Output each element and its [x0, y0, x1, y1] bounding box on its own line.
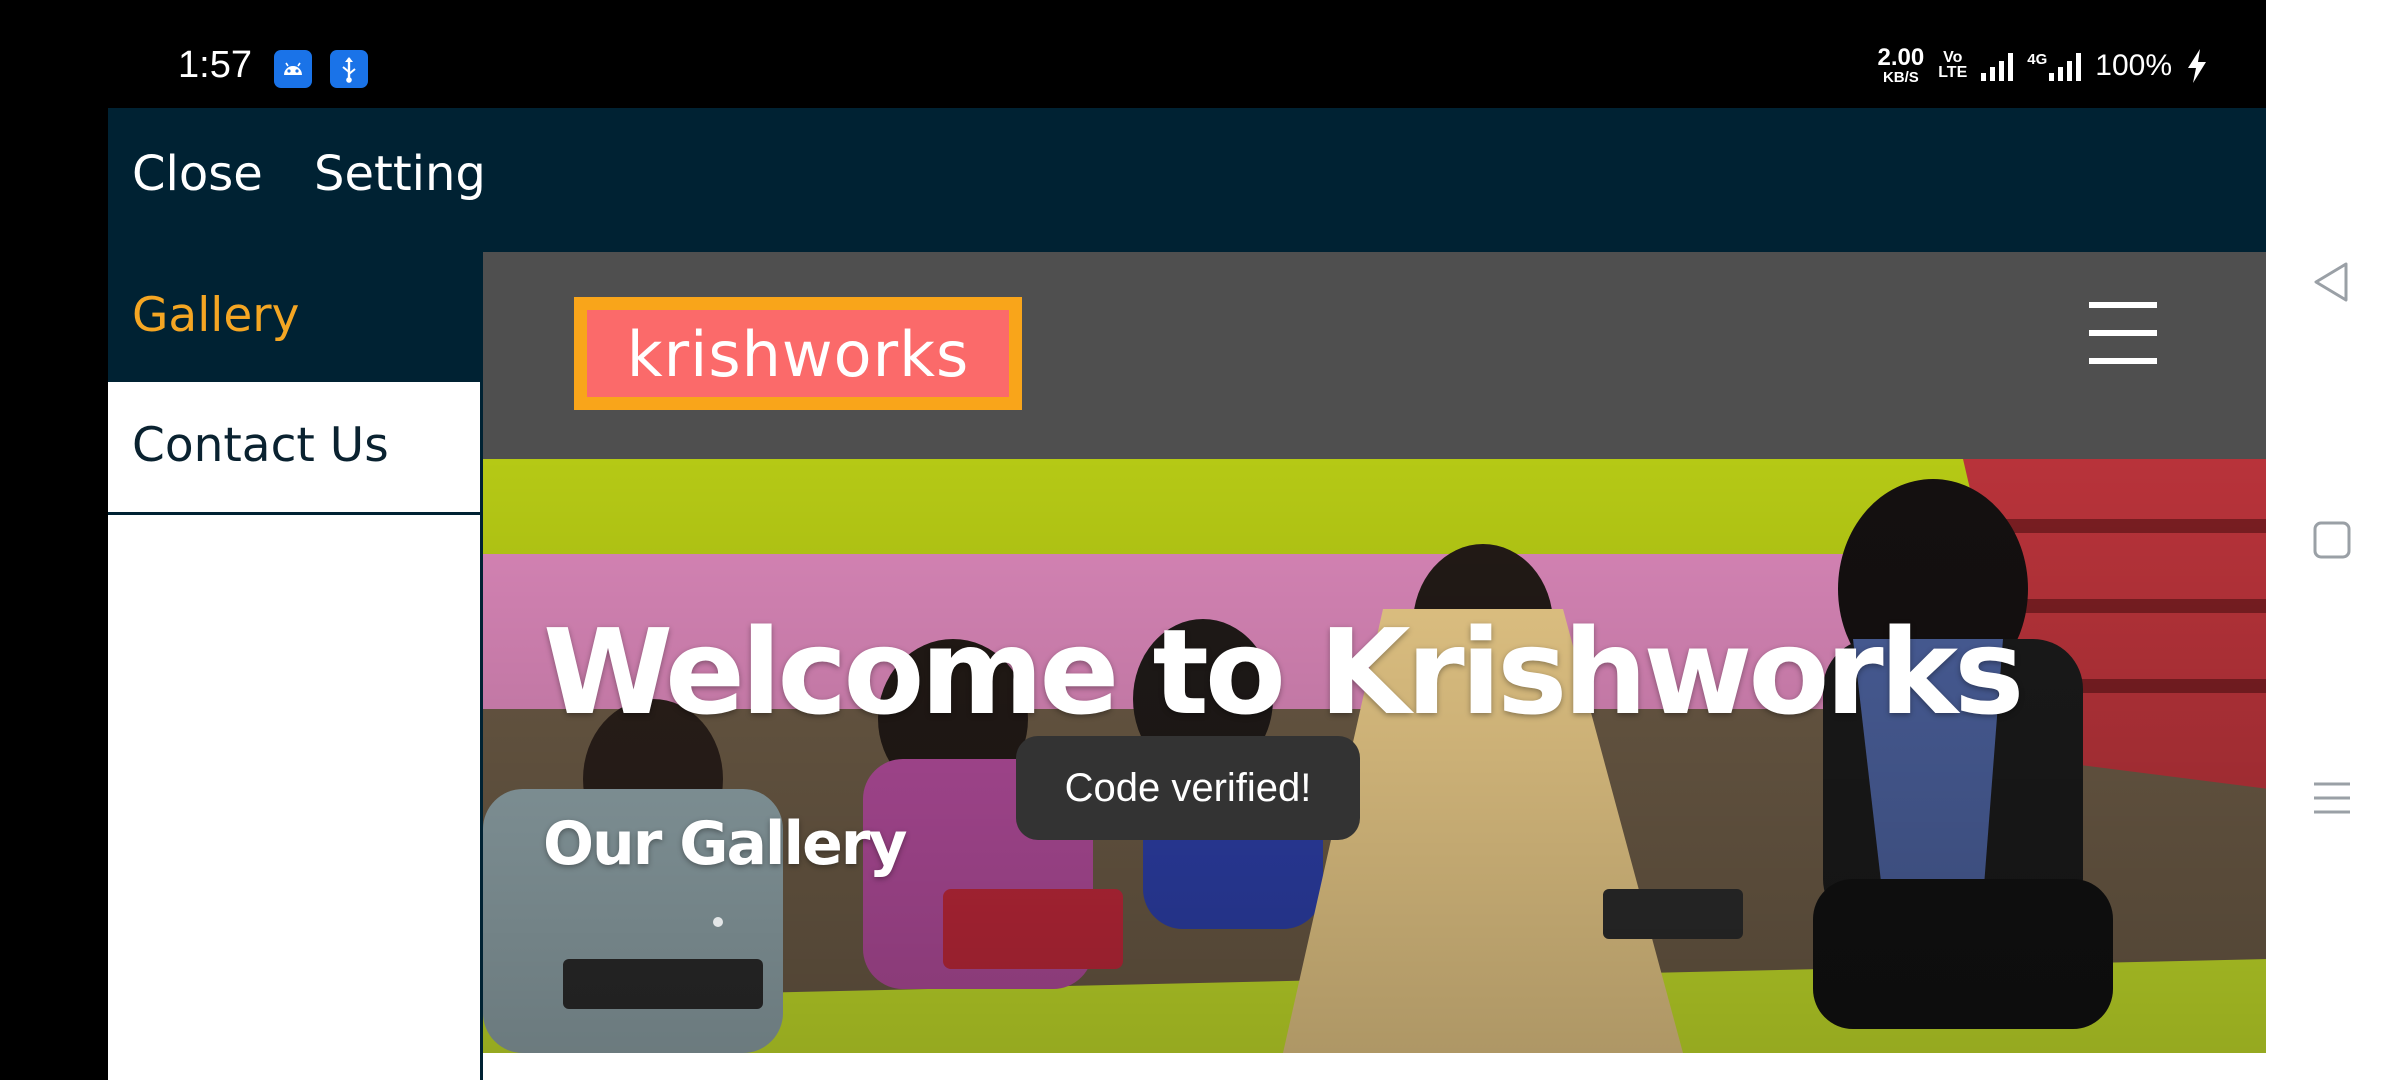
close-button[interactable]: Close: [132, 146, 263, 202]
status-time: 1:57: [178, 44, 252, 86]
webview[interactable]: krishworks Welcome to Krishworks Our Gal…: [480, 252, 2269, 1080]
status-indicators: 2.00 KB/S Vo LTE 4G 100%: [1878, 46, 2209, 85]
screen-edge: [0, 0, 108, 1080]
app-toolbar: Close Setting: [108, 108, 2266, 252]
volte-icon: Vo LTE: [1938, 49, 1968, 81]
toast-message: Code verified!: [1016, 736, 1360, 840]
back-icon[interactable]: [2308, 258, 2356, 306]
hero-title: Welcome to Krishworks: [543, 603, 2024, 741]
signal-icon: [1981, 51, 2014, 81]
status-bar: 1:57 2.00 KB/S Vo LTE 4G 100%: [108, 0, 2266, 108]
sidebar-item-label: Contact Us: [132, 418, 389, 473]
hero-photo: [483, 459, 2269, 1053]
navigation-bar: [2266, 0, 2400, 1080]
network-speed: 2.00 KB/S: [1877, 44, 1925, 86]
site-logo[interactable]: krishworks: [574, 297, 1022, 410]
signal-4g-icon: 4G: [2027, 51, 2082, 81]
site-header: krishworks: [483, 252, 2269, 459]
hero-subtitle: Our Gallery: [543, 809, 907, 879]
logo-text: krishworks: [626, 318, 970, 391]
sidebar-item-gallery[interactable]: Gallery: [108, 252, 480, 382]
hero-banner: Welcome to Krishworks Our Gallery: [483, 459, 2269, 1053]
sidebar: Gallery Contact Us: [108, 252, 480, 1080]
sidebar-item-contact-us[interactable]: Contact Us: [108, 382, 480, 515]
home-icon[interactable]: [2308, 516, 2356, 564]
android-icon: [274, 50, 312, 88]
menu-icon[interactable]: [2089, 302, 2157, 364]
carousel-dot[interactable]: [713, 917, 723, 927]
usb-icon: [330, 50, 368, 88]
recents-icon[interactable]: [2308, 774, 2356, 822]
sidebar-item-label: Gallery: [132, 288, 300, 343]
battery-level: 100%: [2095, 48, 2172, 82]
charging-icon: [2188, 48, 2206, 83]
setting-button[interactable]: Setting: [314, 146, 486, 202]
